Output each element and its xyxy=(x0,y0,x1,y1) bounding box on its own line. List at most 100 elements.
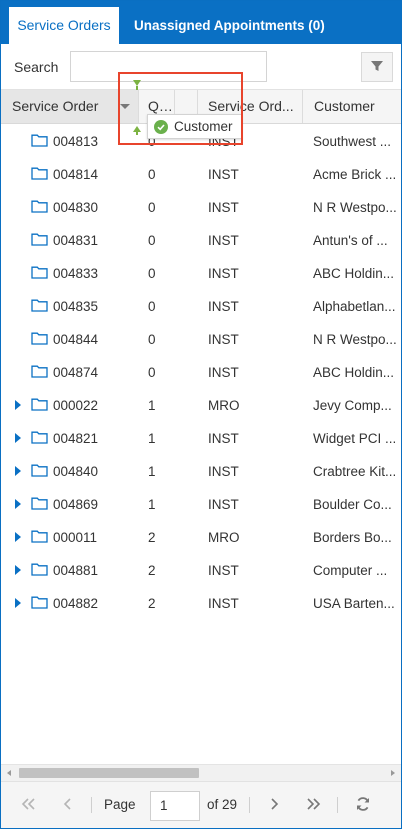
service-order-type-cell: MRO xyxy=(208,398,240,413)
first-page-button[interactable] xyxy=(18,794,40,816)
quantity-cell: 0 xyxy=(148,299,156,314)
service-order-type-cell: INST xyxy=(208,299,239,314)
folder-icon xyxy=(31,298,48,312)
quantity-cell: 0 xyxy=(148,266,156,281)
expand-arrow-icon[interactable] xyxy=(15,532,21,542)
expand-arrow-icon[interactable] xyxy=(15,433,21,443)
service-order-cell: 004830 xyxy=(53,200,99,215)
horizontal-scrollbar[interactable] xyxy=(1,764,401,781)
filter-icon xyxy=(370,59,384,76)
table-row[interactable]: 004835 0 INST Alphabetlan... xyxy=(1,289,401,322)
quantity-cell: 0 xyxy=(148,332,156,347)
expand-arrow-icon[interactable] xyxy=(15,598,21,608)
service-order-type-cell: INST xyxy=(208,365,239,380)
service-order-type-cell: INST xyxy=(208,464,239,479)
quantity-cell: 0 xyxy=(148,365,156,380)
refresh-button[interactable] xyxy=(352,794,374,816)
pager-divider xyxy=(337,797,338,813)
service-order-cell: 000011 xyxy=(53,530,98,545)
customer-cell: Boulder Co... xyxy=(313,497,392,512)
service-order-cell: 004881 xyxy=(53,563,99,578)
service-order-cell: 004844 xyxy=(53,332,99,347)
folder-icon xyxy=(31,199,48,213)
customer-cell: Jevy Comp... xyxy=(313,398,392,413)
folder-icon xyxy=(31,529,48,543)
column-header-label: Customer xyxy=(314,98,375,114)
customer-cell: Antun's of ... xyxy=(313,233,388,248)
quantity-cell: 1 xyxy=(148,497,156,512)
customer-cell: Borders Bo... xyxy=(313,530,392,545)
table-row[interactable]: 004881 2 INST Computer ... xyxy=(1,553,401,586)
expand-arrow-icon[interactable] xyxy=(15,565,21,575)
page-count-label: of 29 xyxy=(207,797,238,812)
table-row[interactable]: 004869 1 INST Boulder Co... xyxy=(1,487,401,520)
service-order-type-cell: INST xyxy=(208,167,239,182)
quantity-cell: 0 xyxy=(148,167,156,182)
next-page-button[interactable] xyxy=(263,794,285,816)
table-row[interactable]: 004821 1 INST Widget PCI ... xyxy=(1,421,401,454)
expand-arrow-icon[interactable] xyxy=(15,466,21,476)
column-header-customer[interactable]: Customer xyxy=(303,90,401,123)
table-row[interactable]: 000011 2 MRO Borders Bo... xyxy=(1,520,401,553)
chevron-left-icon xyxy=(63,797,73,814)
double-chevron-right-icon xyxy=(305,797,321,814)
customer-cell: ABC Holdin... xyxy=(313,266,395,281)
table-row[interactable]: 000022 1 MRO Jevy Comp... xyxy=(1,388,401,421)
chevron-right-icon xyxy=(269,797,279,814)
pager: Page 1 of 29 xyxy=(1,781,401,828)
service-order-cell: 004882 xyxy=(53,596,99,611)
last-page-button[interactable] xyxy=(302,794,324,816)
service-order-cell: 004821 xyxy=(53,431,99,446)
service-order-type-cell: INST xyxy=(208,431,239,446)
column-header-label: Service Order xyxy=(12,98,99,114)
service-order-type-cell: INST xyxy=(208,332,239,347)
table-row[interactable]: 004814 0 INST Acme Brick ... xyxy=(1,157,401,190)
table-row[interactable]: 004874 0 INST ABC Holdin... xyxy=(1,355,401,388)
service-order-cell: 004813 xyxy=(53,134,99,149)
customer-cell: Southwest ... xyxy=(313,134,392,149)
table-row[interactable]: 004844 0 INST N R Westpo... xyxy=(1,322,401,355)
page-label: Page xyxy=(104,797,136,812)
expand-arrow-icon[interactable] xyxy=(15,499,21,509)
folder-icon xyxy=(31,397,48,411)
expand-arrow-icon[interactable] xyxy=(15,400,21,410)
scrollbar-thumb[interactable] xyxy=(19,768,199,778)
customer-cell: USA Barten... xyxy=(313,596,395,611)
table-row[interactable]: 004840 1 INST Crabtree Kit... xyxy=(1,454,401,487)
quantity-cell: 1 xyxy=(148,398,156,413)
service-order-cell: 004874 xyxy=(53,365,99,380)
table-row[interactable]: 004830 0 INST N R Westpo... xyxy=(1,190,401,223)
scroll-left-icon[interactable] xyxy=(7,770,11,776)
tab-unassigned-appointments[interactable]: Unassigned Appointments (0) xyxy=(124,7,335,44)
previous-page-button[interactable] xyxy=(57,794,79,816)
quantity-cell: 0 xyxy=(148,200,156,215)
customer-cell: Crabtree Kit... xyxy=(313,464,397,479)
customer-cell: N R Westpo... xyxy=(313,200,397,215)
scroll-right-icon[interactable] xyxy=(391,770,395,776)
service-order-cell: 004814 xyxy=(53,167,99,182)
service-order-type-cell: INST xyxy=(208,266,239,281)
customer-cell: ABC Holdin... xyxy=(313,365,395,380)
folder-icon xyxy=(31,232,48,246)
customer-cell: Computer ... xyxy=(313,563,388,578)
service-order-type-cell: INST xyxy=(208,233,239,248)
folder-icon xyxy=(31,595,48,609)
table-row[interactable]: 004882 2 INST USA Barten... xyxy=(1,586,401,619)
service-order-type-cell: INST xyxy=(208,563,239,578)
service-order-cell: 004869 xyxy=(53,497,99,512)
customer-cell: N R Westpo... xyxy=(313,332,397,347)
folder-icon xyxy=(31,331,48,345)
table-row[interactable]: 004833 0 INST ABC Holdin... xyxy=(1,256,401,289)
folder-icon xyxy=(31,463,48,477)
quantity-cell: 2 xyxy=(148,596,156,611)
folder-icon xyxy=(31,265,48,279)
highlight-box xyxy=(118,72,243,145)
service-order-type-cell: MRO xyxy=(208,530,240,545)
tab-service-orders[interactable]: Service Orders xyxy=(9,7,119,44)
table-row[interactable]: 004831 0 INST Antun's of ... xyxy=(1,223,401,256)
service-order-cell: 004840 xyxy=(53,464,99,479)
service-order-type-cell: INST xyxy=(208,596,239,611)
refresh-icon xyxy=(355,796,371,815)
filter-button[interactable] xyxy=(361,52,393,82)
page-number-input[interactable]: 1 xyxy=(150,791,200,821)
